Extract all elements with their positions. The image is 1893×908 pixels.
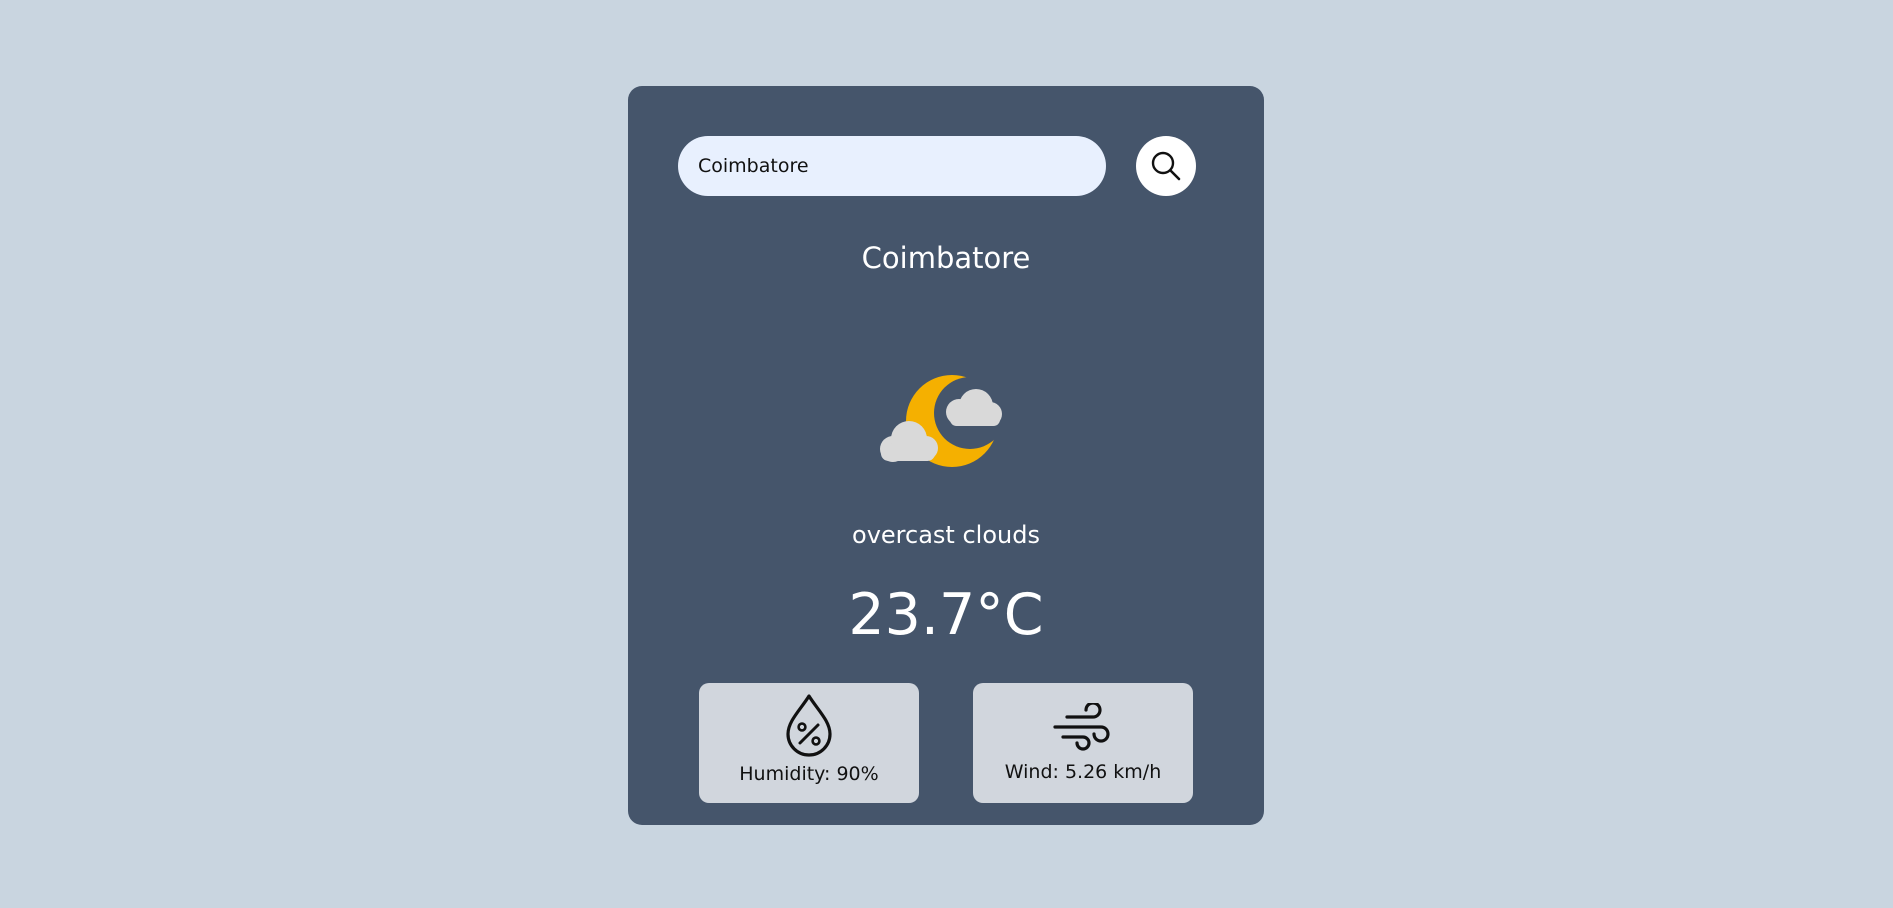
search-input[interactable] bbox=[678, 136, 1106, 196]
humidity-card: Humidity: 90% bbox=[699, 683, 919, 803]
moon-clouds-icon bbox=[866, 351, 1026, 481]
wind-label: Wind: 5.26 km/h bbox=[1004, 761, 1162, 783]
humidity-label: Humidity: 90% bbox=[739, 763, 879, 785]
wind-card: Wind: 5.26 km/h bbox=[973, 683, 1193, 803]
wind-icon bbox=[1053, 703, 1113, 751]
search-button[interactable] bbox=[1136, 136, 1196, 196]
search-icon bbox=[1149, 149, 1183, 183]
humidity-drop-icon bbox=[784, 693, 834, 757]
city-name: Coimbatore bbox=[861, 241, 1031, 275]
weather-description: overcast clouds bbox=[852, 521, 1040, 549]
temperature-value: 23.7°C bbox=[848, 582, 1044, 648]
weather-card: Coimbatore Coimbatore overcast clouds 23… bbox=[628, 86, 1264, 825]
